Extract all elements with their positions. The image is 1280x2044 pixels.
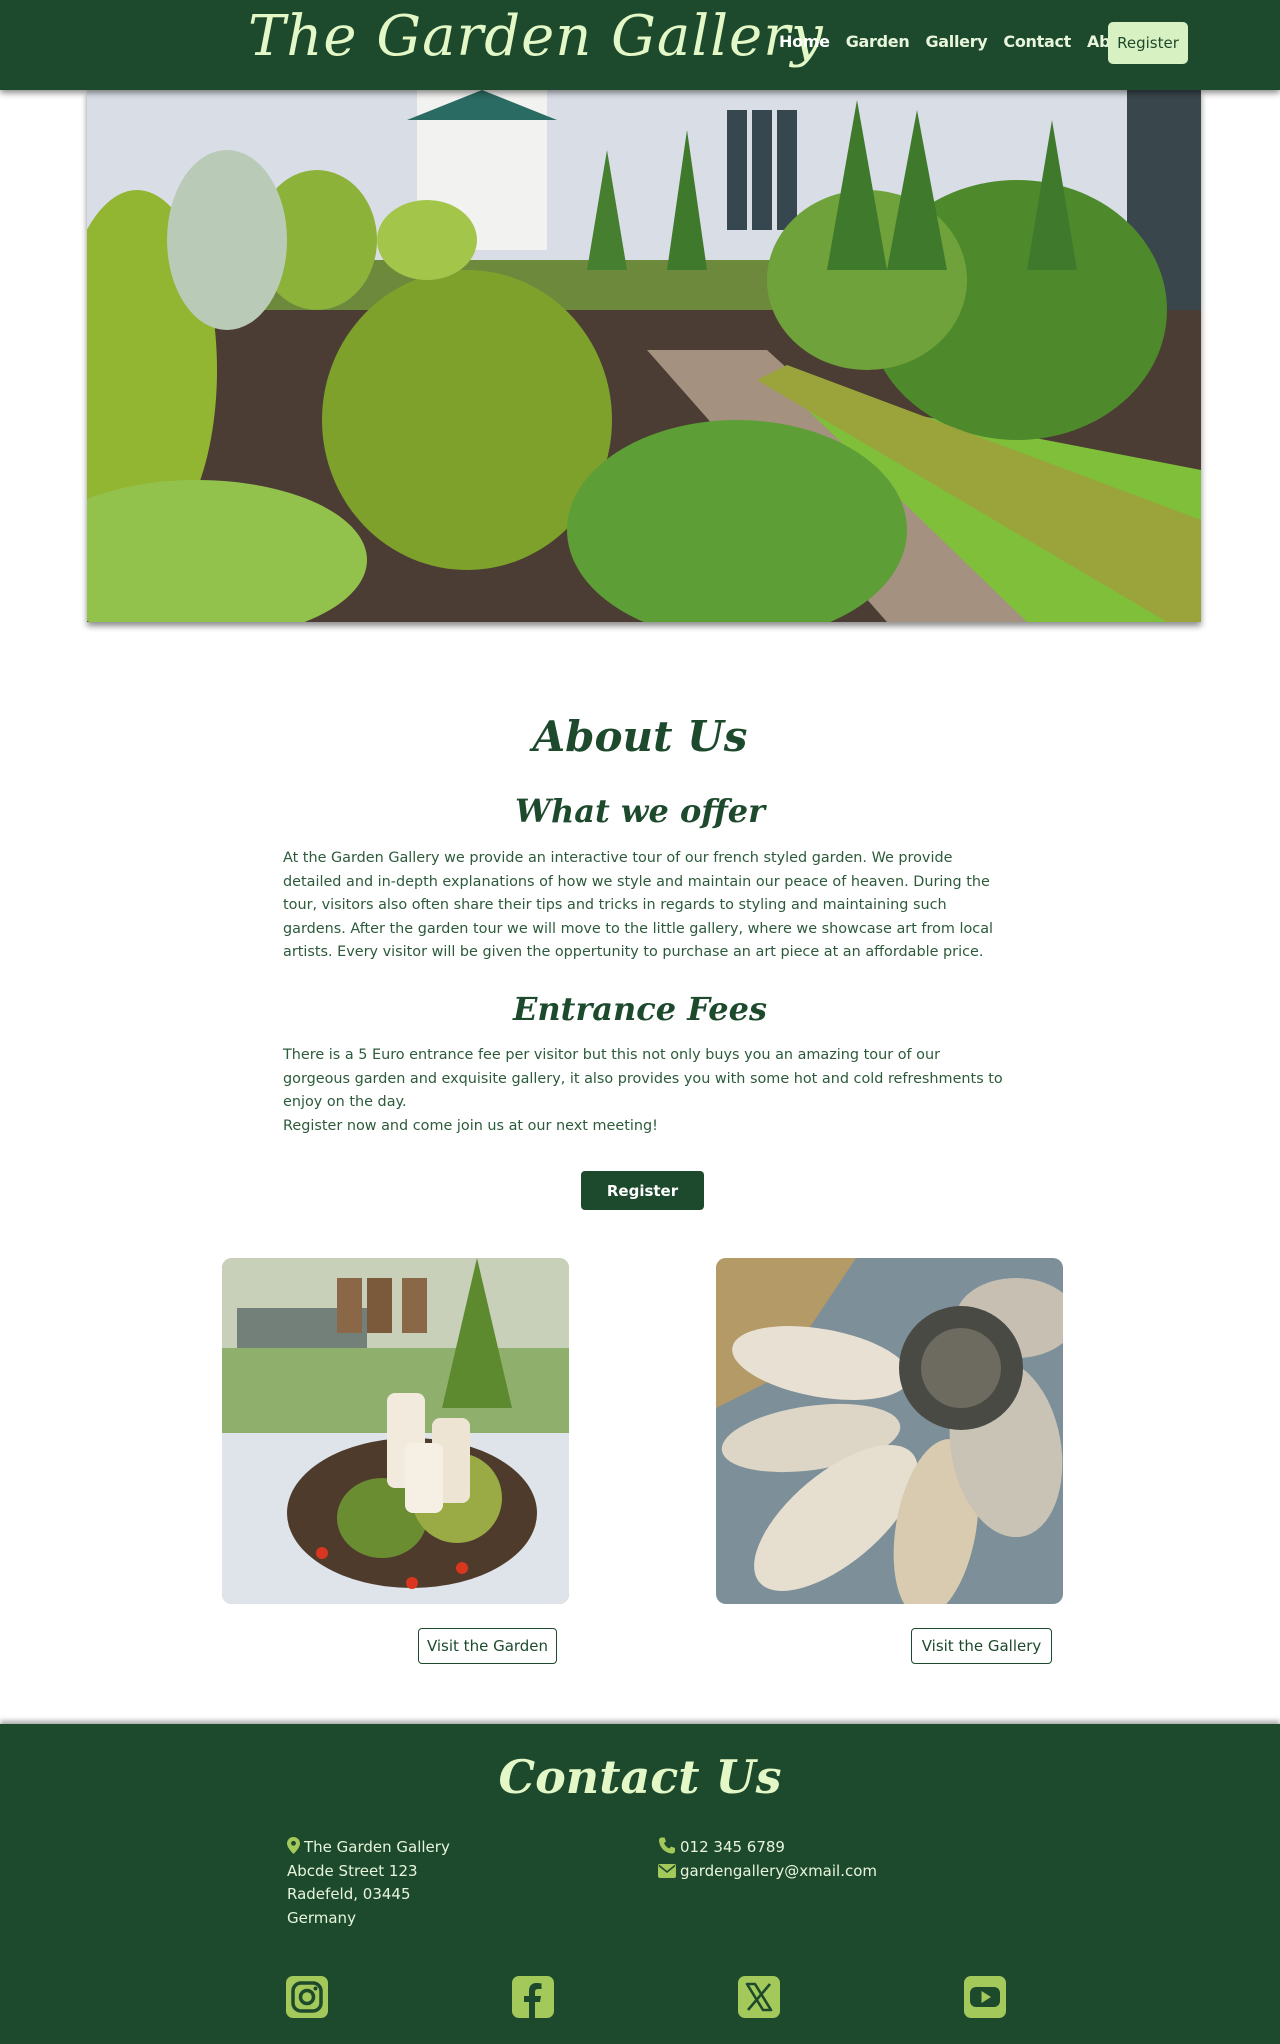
email-address[interactable]: gardengallery@xmail.com	[680, 1862, 877, 1880]
navbar: The Garden Gallery Home Garden Gallery C…	[0, 0, 1280, 90]
hero-image	[87, 90, 1201, 622]
envelope-icon	[658, 1863, 676, 1878]
offer-title: What we offer	[515, 792, 765, 830]
facebook-icon[interactable]	[512, 1976, 554, 2018]
offer-text: At the Garden Gallery we provide an inte…	[283, 850, 994, 960]
phone-icon	[659, 1837, 675, 1854]
map-pin-icon	[287, 1837, 300, 1854]
phone-number[interactable]: 012 345 6789	[680, 1838, 785, 1856]
visit-garden-button[interactable]: Visit the Garden	[418, 1628, 557, 1664]
contact-title: Contact Us	[498, 1750, 782, 1804]
address-line-3: Radefeld, 03445	[287, 1885, 411, 1903]
garden-card-image	[222, 1258, 569, 1604]
visit-gallery-button[interactable]: Visit the Gallery	[911, 1628, 1052, 1664]
about-title: About Us	[532, 712, 748, 761]
brand-logo[interactable]: The Garden Gallery	[248, 4, 824, 69]
fees-cta: Register now and come join us at our nex…	[283, 1117, 658, 1134]
nav-home[interactable]: Home	[779, 32, 830, 51]
nav-links: Home Garden Gallery Contact About	[779, 32, 1140, 51]
fees-title: Entrance Fees	[513, 990, 767, 1028]
footer: Contact Us The Garden Gallery Abcde Stre…	[0, 1724, 1280, 2044]
fees-text-block: There is a 5 Euro entrance fee per visit…	[283, 1044, 1003, 1138]
address-line-4: Germany	[287, 1908, 356, 1927]
garden-photo	[87, 90, 1201, 622]
gallery-card-image	[716, 1258, 1063, 1604]
garden-table-photo	[222, 1258, 569, 1604]
address-line-2: Abcde Street 123	[287, 1861, 418, 1880]
nav-garden[interactable]: Garden	[846, 32, 910, 51]
fees-text: There is a 5 Euro entrance fee per visit…	[283, 1047, 1003, 1110]
address-block: The Garden Gallery Abcde Street 123 Rade…	[287, 1836, 450, 1930]
register-button[interactable]: Register	[581, 1171, 704, 1210]
youtube-icon[interactable]	[964, 1976, 1006, 2018]
contact-details: 012 345 6789 gardengallery@xmail.com	[658, 1836, 877, 1883]
instagram-icon[interactable]	[286, 1976, 328, 2018]
nav-register-button[interactable]: Register	[1108, 22, 1188, 64]
x-icon[interactable]	[738, 1976, 780, 2018]
nav-gallery[interactable]: Gallery	[925, 32, 987, 51]
address-line-1: The Garden Gallery	[304, 1838, 450, 1856]
nav-contact[interactable]: Contact	[1003, 32, 1071, 51]
flower-painting-photo	[716, 1258, 1063, 1604]
